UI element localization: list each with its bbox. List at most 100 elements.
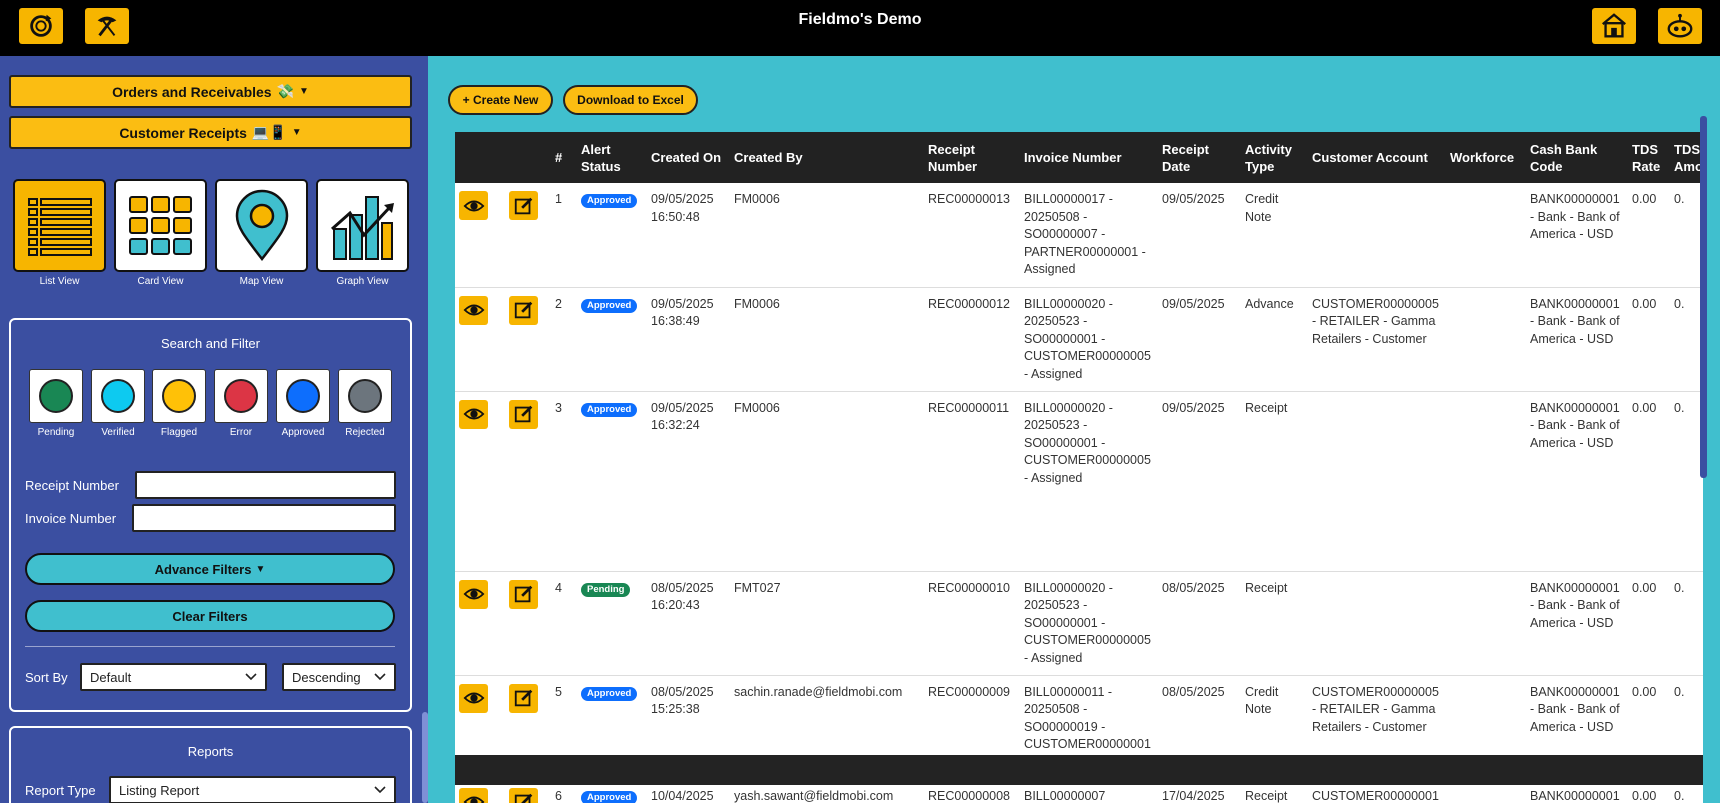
card-view-button[interactable] [114,179,207,272]
table-footer-bar [455,755,1703,785]
column-header[interactable]: TDS Amou [1670,132,1703,183]
column-header[interactable]: Workforce [1446,132,1526,183]
column-header[interactable]: Receipt Date [1158,132,1241,183]
table-row[interactable]: 3 Approved 09/05/2025 16:32:24 FM0006 RE… [455,391,1703,572]
create-new-button[interactable]: + Create New [448,85,553,115]
invoice-number-label: Invoice Number [25,511,117,526]
status-badge: Approved [581,790,638,803]
orders-menu-dropdown[interactable]: Orders and Receivables 💸 ▼ [9,75,412,108]
list-icon [27,197,92,256]
status-approved-button[interactable] [276,369,330,423]
column-header[interactable]: TDS Rate [1628,132,1670,183]
cash-bank-code-cell: BANK00000001 - Bank - Bank of America - … [1526,391,1628,572]
clear-filters-button[interactable]: Clear Filters [25,600,395,632]
workforce-cell [1446,183,1526,288]
graph-view-button[interactable] [316,179,409,272]
main-scrollbar[interactable] [1700,116,1707,478]
column-header[interactable]: Created By [730,132,924,183]
receipt-number-input[interactable] [135,471,396,499]
view-button[interactable] [459,787,488,803]
tds-amount-cell: 0. [1670,183,1703,288]
status-label: Flagged [160,427,198,438]
download-excel-button[interactable]: Download to Excel [563,85,698,115]
receipt-date-cell: 09/05/2025 [1158,183,1241,288]
customer-account-cell [1308,391,1446,572]
edit-button[interactable] [509,787,538,803]
receipt-number-cell: REC00000010 [924,571,1020,676]
view-button[interactable] [459,295,488,325]
column-header[interactable]: Activity Type [1241,132,1308,183]
status-label: Rejected [345,427,385,438]
eye-icon [463,588,484,600]
top-bar: Fieldmo's Demo [0,0,1720,56]
status-flagged-button[interactable] [152,369,206,423]
view-button[interactable] [459,399,488,429]
edit-button[interactable] [509,295,538,325]
map-pin-icon [235,189,288,261]
view-button[interactable] [459,191,488,220]
edit-icon [514,301,532,319]
eye-icon [463,796,484,803]
edit-button[interactable] [509,579,538,609]
column-header[interactable]: Receipt Number [924,132,1020,183]
view-button[interactable] [459,579,488,609]
advance-filters-button[interactable]: Advance Filters ▼ [25,553,395,585]
column-header[interactable]: Alert Status [577,132,647,183]
map-view-button[interactable] [215,179,308,272]
column-header[interactable]: Invoice Number [1020,132,1158,183]
column-header[interactable]: Cash Bank Code [1526,132,1628,183]
sort-order-select[interactable]: Descending [282,663,396,691]
customer-account-cell [1308,183,1446,288]
customer-receipts-dropdown[interactable]: Customer Receipts 💻📱 ▼ [9,116,412,149]
report-type-select[interactable]: Listing Report [109,776,396,803]
activity-type-cell: Receipt [1241,571,1308,676]
tds-rate-cell: 0.00 [1628,183,1670,288]
edit-button[interactable] [509,399,538,429]
caret-down-icon: ▼ [255,563,266,575]
graph-icon [330,195,394,260]
caret-down-icon: ▼ [299,86,309,97]
table-row[interactable]: 4 Pending 08/05/2025 16:20:43 FMT027 REC… [455,571,1703,676]
view-button[interactable] [459,683,488,713]
report-type-label: Report Type [25,783,96,798]
table-row[interactable]: 1 Approved 09/05/2025 16:50:48 FM0006 RE… [455,183,1703,288]
sort-by-select[interactable]: Default [80,663,267,691]
column-header[interactable]: # [551,132,577,183]
devices-icon: 💻📱 [251,124,287,140]
created-by-cell: FM0006 [730,287,924,392]
column-header[interactable]: Created On [647,132,730,183]
activity-type-cell: Receipt [1241,391,1308,572]
alert-status-cell: Approved [577,391,647,572]
money-icon: 💸 [276,83,295,99]
cash-bank-code-cell: BANK00000001 - Bank - Bank of America - … [1526,183,1628,288]
list-view-button[interactable] [13,179,106,272]
created-by-cell: FMT027 [730,571,924,676]
home-button[interactable] [1592,8,1636,44]
sort-by-label: Sort By [25,670,68,685]
receipt-number-cell: REC00000011 [924,391,1020,572]
search-filter-title: Search and Filter [161,336,260,351]
receipts-table: # Alert Status Created On Created By Rec… [455,132,1703,803]
row-number: 1 [551,183,577,288]
edit-button[interactable] [509,683,538,713]
row-number: 4 [551,571,577,676]
divider [25,646,395,647]
column-header[interactable]: Customer Account [1308,132,1446,183]
status-badge: Pending [581,582,631,597]
status-badge: Approved [581,194,638,208]
robot-button[interactable] [1658,8,1702,44]
invoice-number-input[interactable] [132,504,396,532]
status-rejected-button[interactable] [338,369,392,423]
edit-button[interactable] [509,191,538,220]
status-pending-button[interactable] [29,369,83,423]
column-header-edit [505,132,551,183]
table-row[interactable]: 2 Approved 09/05/2025 16:38:49 FM0006 RE… [455,287,1703,392]
robot-icon [1667,13,1693,38]
status-verified-button[interactable] [91,369,145,423]
reports-title: Reports [187,744,234,759]
tds-rate-cell: 0.00 [1628,571,1670,676]
caret-down-icon: ▼ [291,127,302,138]
status-error-button[interactable] [214,369,268,423]
customer-account-cell: CUSTOMER00000005 - RETAILER - Gamma Reta… [1308,287,1446,392]
flagged-circle-icon [162,379,196,413]
